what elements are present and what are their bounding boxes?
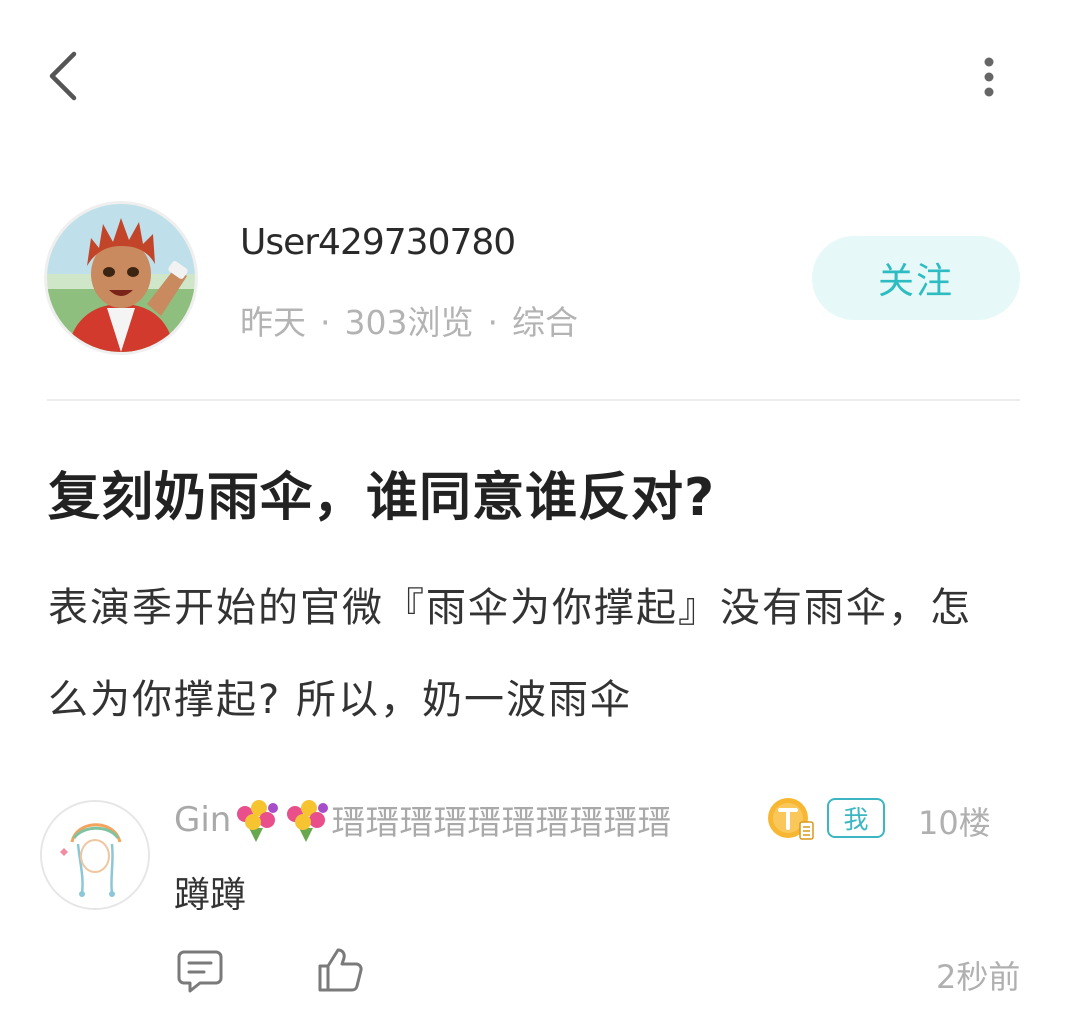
author-name[interactable]: User429730780 <box>240 222 516 263</box>
comment-time: 2秒前 <box>936 958 1021 996</box>
author-avatar[interactable] <box>47 204 195 352</box>
thumbs-up-icon[interactable] <box>316 946 364 994</box>
post-title: 复刻奶雨伞，谁同意谁反对? <box>48 468 716 528</box>
post-date: 昨天 <box>240 303 306 342</box>
post-meta: 昨天 · 303浏览 · 综合 <box>240 296 578 344</box>
commenter-avatar[interactable] <box>42 802 148 908</box>
bouquet-icon <box>237 799 279 842</box>
more-vertical-icon <box>984 57 994 97</box>
more-button[interactable] <box>966 50 1012 104</box>
chevron-left-icon <box>49 51 77 101</box>
divider <box>47 399 1020 401</box>
commenter-name-prefix: Gin <box>174 799 232 840</box>
view-count: 303浏览 <box>344 303 474 342</box>
me-badge: 我 <box>827 798 885 838</box>
post-category[interactable]: 综合 <box>512 303 578 342</box>
floor-number: 10楼 <box>918 804 991 842</box>
meta-separator: · <box>487 303 499 342</box>
commenter-name-suffix: 瑨瑨瑨瑨瑨瑨瑨瑨瑨瑨 <box>331 803 672 843</box>
comment-text: 蹲蹲 <box>174 875 247 916</box>
post-body: 表演季开始的官微『雨伞为你撑起』没有雨伞，怎么为你撑起? 所以，奶一波雨伞 <box>48 585 972 723</box>
back-button[interactable] <box>40 46 90 106</box>
level-badge-icon <box>766 796 816 842</box>
meta-separator: · <box>320 303 331 342</box>
comment-icon[interactable] <box>176 948 224 994</box>
follow-button[interactable]: 关注 <box>812 236 1020 320</box>
commenter-name[interactable]: Gin 瑨瑨瑨瑨瑨瑨瑨瑨瑨瑨 <box>174 795 671 844</box>
bouquet-icon <box>287 799 329 842</box>
